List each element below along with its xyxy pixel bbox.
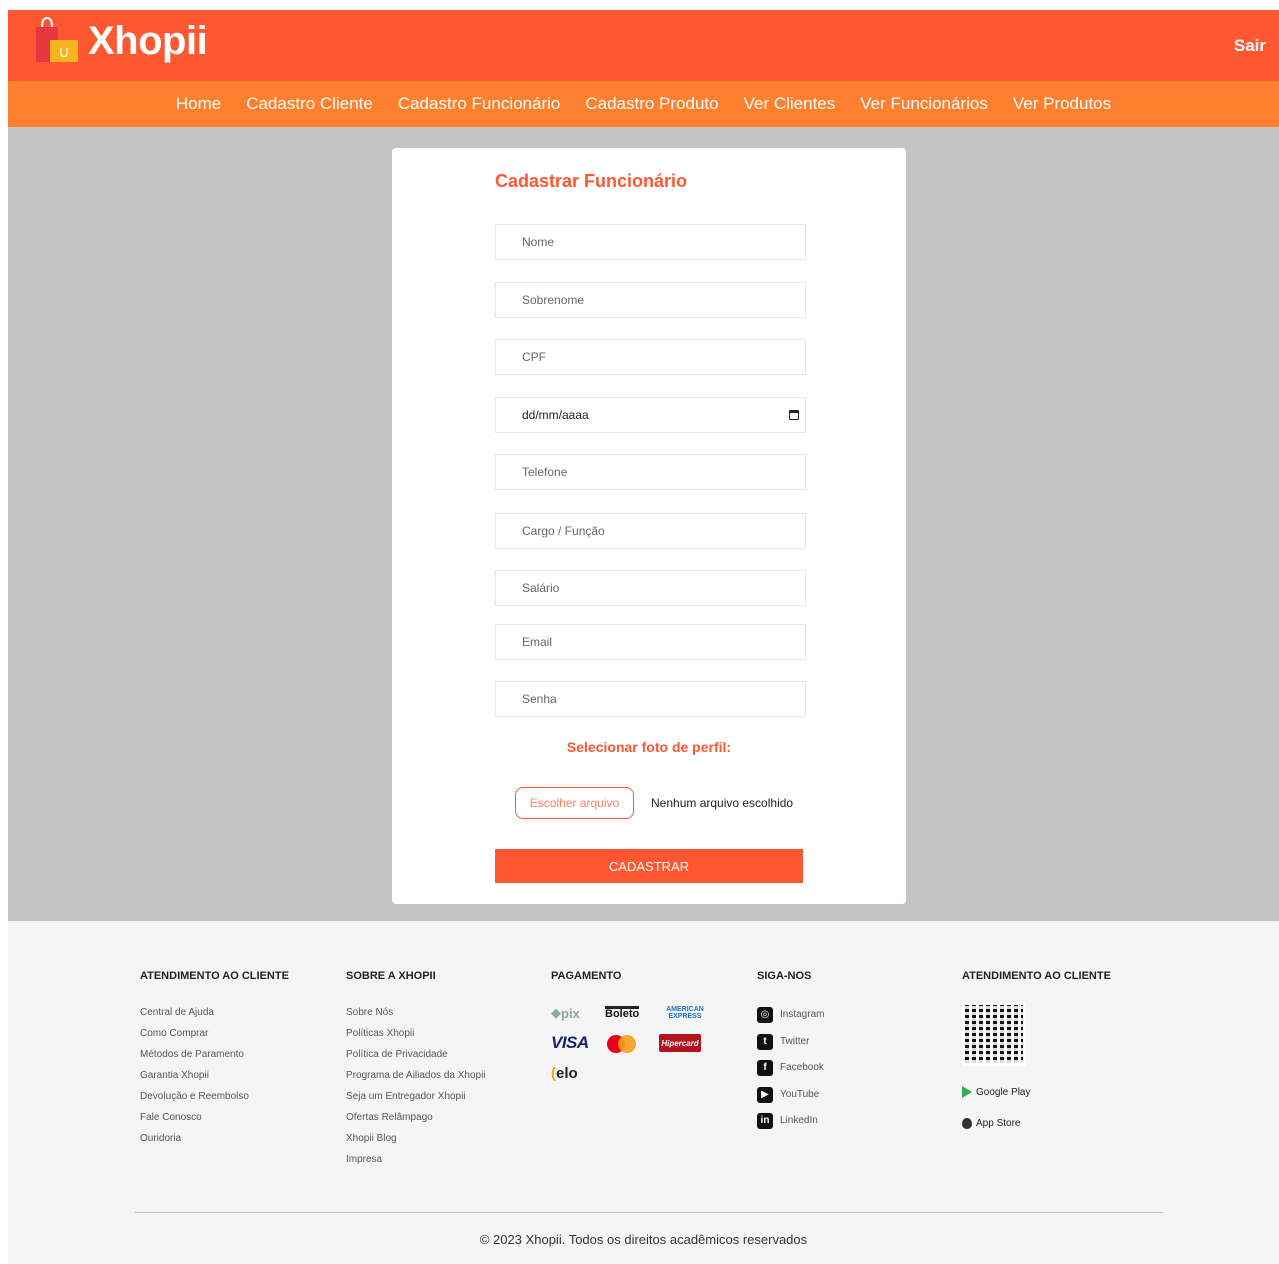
payment-logos: ◆ pix Boleto AMERICAN EXPRESS VISA Hiperc…	[551, 1002, 711, 1084]
footer-link[interactable]: Central de Ajuda	[140, 1002, 289, 1023]
footer-col-title: ATENDIMENTO AO CLIENTE	[962, 970, 1111, 982]
brand-name: Xhopii	[88, 18, 208, 63]
footer-link[interactable]: Fale Conosco	[140, 1107, 289, 1128]
social-label: LinkedIn	[780, 1115, 818, 1127]
footer: ATENDIMENTO AO CLIENTE Central de Ajuda …	[8, 921, 1279, 1264]
twitter-icon: t	[757, 1033, 773, 1050]
pix-diamond-icon: ◆	[551, 1005, 561, 1020]
footer-col-pagamento: PAGAMENTO ◆ pix Boleto AMERICAN EXPRESS V…	[551, 970, 711, 1084]
email-input[interactable]	[495, 624, 806, 660]
cadastrar-button[interactable]: CADASTRAR	[495, 849, 803, 883]
senha-input[interactable]	[495, 681, 806, 717]
footer-link[interactable]: Impresa	[346, 1149, 486, 1170]
footer-link[interactable]: Política de Privacidade	[346, 1044, 486, 1065]
amex-logo: AMERICAN EXPRESS	[659, 1002, 711, 1024]
footer-col-title: PAGAMENTO	[551, 970, 622, 982]
social-facebook[interactable]: f Facebook	[757, 1055, 824, 1082]
nav-home[interactable]: Home	[176, 94, 221, 114]
apple-icon	[962, 1118, 972, 1129]
qr-code	[962, 1002, 1026, 1066]
app-store-badge[interactable]: App Store	[962, 1118, 1111, 1129]
footer-link[interactable]: Métodos de Paramento	[140, 1044, 289, 1065]
social-youtube[interactable]: ▶ YouTube	[757, 1082, 824, 1109]
google-play-badge[interactable]: Google Play	[962, 1086, 1111, 1098]
calendar-icon[interactable]	[789, 410, 799, 420]
social-linkedin[interactable]: in LinkedIn	[757, 1108, 824, 1135]
footer-col-title: SOBRE A XHOPII	[346, 970, 436, 982]
nav-cadastro-funcionario[interactable]: Cadastro Funcionário	[398, 94, 561, 114]
nome-input[interactable]	[495, 224, 806, 260]
social-label: Instagram	[780, 1009, 825, 1021]
footer-link[interactable]: Devolução e Reembolso	[140, 1086, 289, 1107]
cpf-input[interactable]	[495, 339, 806, 375]
boleto-logo: Boleto	[605, 1002, 657, 1024]
header-bar: U Xhopii Sair	[8, 10, 1279, 81]
file-status: Nenhum arquivo escolhido	[651, 796, 794, 810]
page: U Xhopii Sair Home Cadastro Cliente Cada…	[8, 10, 1279, 1264]
salario-input[interactable]	[495, 570, 806, 606]
footer-link[interactable]: Como Comprar	[140, 1023, 289, 1044]
footer-link[interactable]: Ouridoria	[140, 1128, 289, 1149]
sobrenome-input[interactable]	[495, 282, 806, 318]
footer-link[interactable]: Sobre Nós	[346, 1002, 486, 1023]
footer-col-siga: SIGA-NOS ◎ Instagram t Twitter f Facebook ▶…	[757, 970, 824, 1135]
cargo-input[interactable]	[495, 513, 806, 549]
social-label: Facebook	[780, 1062, 824, 1074]
logo[interactable]: U Xhopii	[34, 16, 208, 66]
mastercard-logo	[605, 1032, 639, 1054]
footer-link[interactable]: Programa de Ailiados da Xhopii	[346, 1065, 486, 1086]
footer-link[interactable]: Políticas Xhopii	[346, 1023, 486, 1044]
amex-line2: EXPRESS	[668, 1013, 702, 1020]
date-value: dd/mm/aaaa	[522, 408, 589, 422]
footer-col-title: ATENDIMENTO AO CLIENTE	[140, 970, 289, 982]
nav-ver-clientes[interactable]: Ver Clientes	[744, 94, 836, 114]
nav-ver-produtos[interactable]: Ver Produtos	[1013, 94, 1111, 114]
social-twitter[interactable]: t Twitter	[757, 1029, 824, 1056]
amex-line1: AMERICAN	[666, 1006, 704, 1013]
footer-link[interactable]: Ofertas Relâmpago	[346, 1107, 486, 1128]
footer-col-app: ATENDIMENTO AO CLIENTE Google Play App S…	[962, 970, 1111, 1149]
social-label: YouTube	[780, 1088, 820, 1100]
photo-label: Selecionar foto de perfil:	[566, 739, 732, 755]
footer-col-sobre: SOBRE A XHOPII Sobre Nós Políticas Xhopi…	[346, 970, 486, 1170]
shopping-bag-icon: U	[34, 16, 86, 66]
footer-col-title: SIGA-NOS	[757, 970, 812, 982]
nav-ver-funcionarios[interactable]: Ver Funcionários	[860, 94, 988, 114]
visa-logo: VISA	[551, 1033, 589, 1052]
social-instagram[interactable]: ◎ Instagram	[757, 1002, 824, 1029]
footer-col-atendimento: ATENDIMENTO AO CLIENTE Central de Ajuda …	[140, 970, 289, 1149]
linkedin-icon: in	[757, 1113, 773, 1130]
nav-cadastro-produto[interactable]: Cadastro Produto	[585, 94, 718, 114]
employee-form-card: Cadastrar Funcionário dd/mm/aaaa Selecio…	[392, 148, 906, 904]
elo-text: elo	[556, 1064, 578, 1082]
footer-link[interactable]: Xhopii Blog	[346, 1128, 486, 1149]
choose-file-button[interactable]: Escolher arquivo	[515, 787, 634, 819]
nav-cadastro-cliente[interactable]: Cadastro Cliente	[246, 94, 373, 114]
elo-logo: (elo	[551, 1062, 603, 1084]
telefone-input[interactable]	[495, 454, 806, 490]
facebook-icon: f	[757, 1060, 773, 1077]
logout-link[interactable]: Sair	[1234, 36, 1266, 56]
google-play-label: Google Play	[976, 1086, 1031, 1098]
form-title: Cadastrar Funcionário	[495, 171, 688, 191]
pix-text: pix	[561, 1005, 580, 1021]
footer-link[interactable]: Garantia Xhopii	[140, 1065, 289, 1086]
copyright: © 2023 Xhopii. Todos os direitos acadêmi…	[479, 1232, 808, 1247]
pix-logo: ◆ pix	[551, 1002, 603, 1024]
instagram-icon: ◎	[757, 1007, 773, 1024]
footer-link[interactable]: Seja um Entregador Xhopii	[346, 1086, 486, 1107]
youtube-icon: ▶	[757, 1086, 773, 1103]
social-label: Twitter	[780, 1035, 810, 1047]
main-nav: Home Cadastro Cliente Cadastro Funcionár…	[8, 81, 1279, 127]
hipercard-logo: Hipercard	[659, 1034, 701, 1052]
birthdate-input[interactable]: dd/mm/aaaa	[495, 397, 806, 433]
footer-divider	[135, 1212, 1163, 1213]
app-store-label: App Store	[976, 1118, 1021, 1129]
boleto-text: Boleto	[605, 1006, 640, 1020]
google-play-icon	[962, 1086, 972, 1098]
svg-text:U: U	[59, 45, 68, 60]
